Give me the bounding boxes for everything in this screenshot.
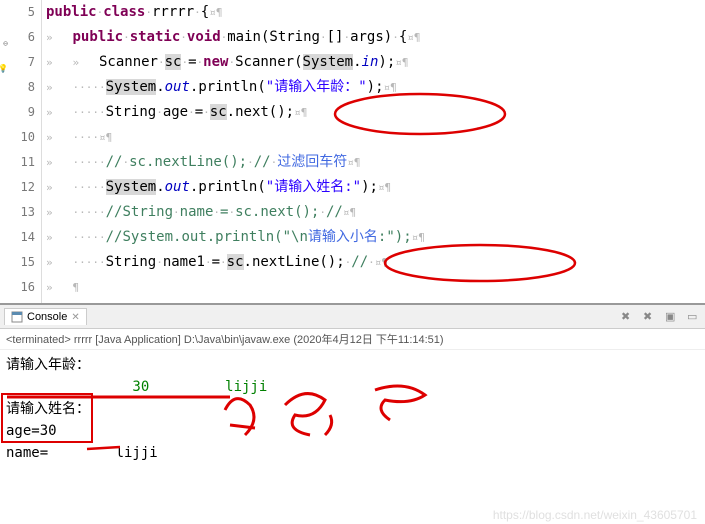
- pin-icon[interactable]: ▣: [665, 310, 679, 324]
- code-line[interactable]: » ·····System.out.println("请输入年龄：");¤¶: [46, 75, 705, 100]
- code-line[interactable]: » » Scanner·sc·=·new·Scanner(System.in);…: [46, 50, 705, 75]
- line-number: 11: [0, 150, 35, 175]
- code-line[interactable]: » ¶: [46, 275, 705, 300]
- code-line[interactable]: » ····¤¶: [46, 125, 705, 150]
- console-line: age=30: [6, 420, 699, 442]
- display-icon[interactable]: ▭: [687, 310, 701, 324]
- console-tab[interactable]: Console ✕: [4, 308, 87, 325]
- gutter-marker-icon: ⊖: [0, 31, 8, 41]
- console-output[interactable]: 请输入年龄： 30 lijji请输入姓名：age=30name= lijji: [0, 350, 705, 468]
- watermark: https://blog.csdn.net/weixin_43605701: [493, 508, 697, 522]
- console-pane: Console ✕ ✖ ✖ ▣ ▭ <terminated> rrrrr [Ja…: [0, 305, 705, 524]
- line-number: 12: [0, 175, 35, 200]
- code-line[interactable]: » ·····System.out.println("请输入姓名:");¤¶: [46, 175, 705, 200]
- line-number: 10: [0, 125, 35, 150]
- line-number: 15: [0, 250, 35, 275]
- line-number: 9: [0, 100, 35, 125]
- line-number: 14: [0, 225, 35, 250]
- code-line[interactable]: » ·····String·age·=·sc.next();¤¶: [46, 100, 705, 125]
- code-line[interactable]: » ·····//System.out.println("\n请输入小名:");…: [46, 225, 705, 250]
- line-number-gutter: 56⊖7💡8910111213141516: [0, 0, 42, 303]
- line-number: 16: [0, 275, 35, 300]
- console-line: name= lijji: [6, 442, 699, 464]
- console-tab-label: Console: [27, 311, 67, 323]
- console-line: 请输入年龄：: [6, 354, 699, 376]
- close-icon[interactable]: ✕: [71, 312, 79, 323]
- console-line: 30 lijji: [6, 376, 699, 398]
- code-line[interactable]: » ·····//·sc.nextLine();·//·过滤回车符¤¶: [46, 150, 705, 175]
- console-toolbar: ✖ ✖ ▣ ▭: [621, 310, 701, 324]
- console-status: <terminated> rrrrr [Java Application] D:…: [0, 329, 705, 350]
- code-area[interactable]: public·class·rrrrr·{¤¶» public·static·vo…: [42, 0, 705, 303]
- remove-all-icon[interactable]: ✖: [621, 310, 635, 324]
- code-line[interactable]: » ·····String·name1·=·sc.nextLine();·//·…: [46, 250, 705, 275]
- console-icon: [11, 311, 23, 323]
- code-line[interactable]: » ·····//String·name·=·sc.next();·//¤¶: [46, 200, 705, 225]
- line-number: 6⊖: [0, 25, 35, 50]
- line-number: 13: [0, 200, 35, 225]
- gutter-marker-icon: 💡: [0, 56, 8, 66]
- code-line[interactable]: public·class·rrrrr·{¤¶: [46, 0, 705, 25]
- code-editor[interactable]: 56⊖7💡8910111213141516 public·class·rrrrr…: [0, 0, 705, 305]
- line-number: 5: [0, 0, 35, 25]
- line-number: 8: [0, 75, 35, 100]
- code-line[interactable]: » public·static·void·main(String·[]·args…: [46, 25, 705, 50]
- console-line: 请输入姓名：: [6, 398, 699, 420]
- remove-icon[interactable]: ✖: [643, 310, 657, 324]
- console-tab-bar: Console ✕ ✖ ✖ ▣ ▭: [0, 305, 705, 329]
- line-number: 7💡: [0, 50, 35, 75]
